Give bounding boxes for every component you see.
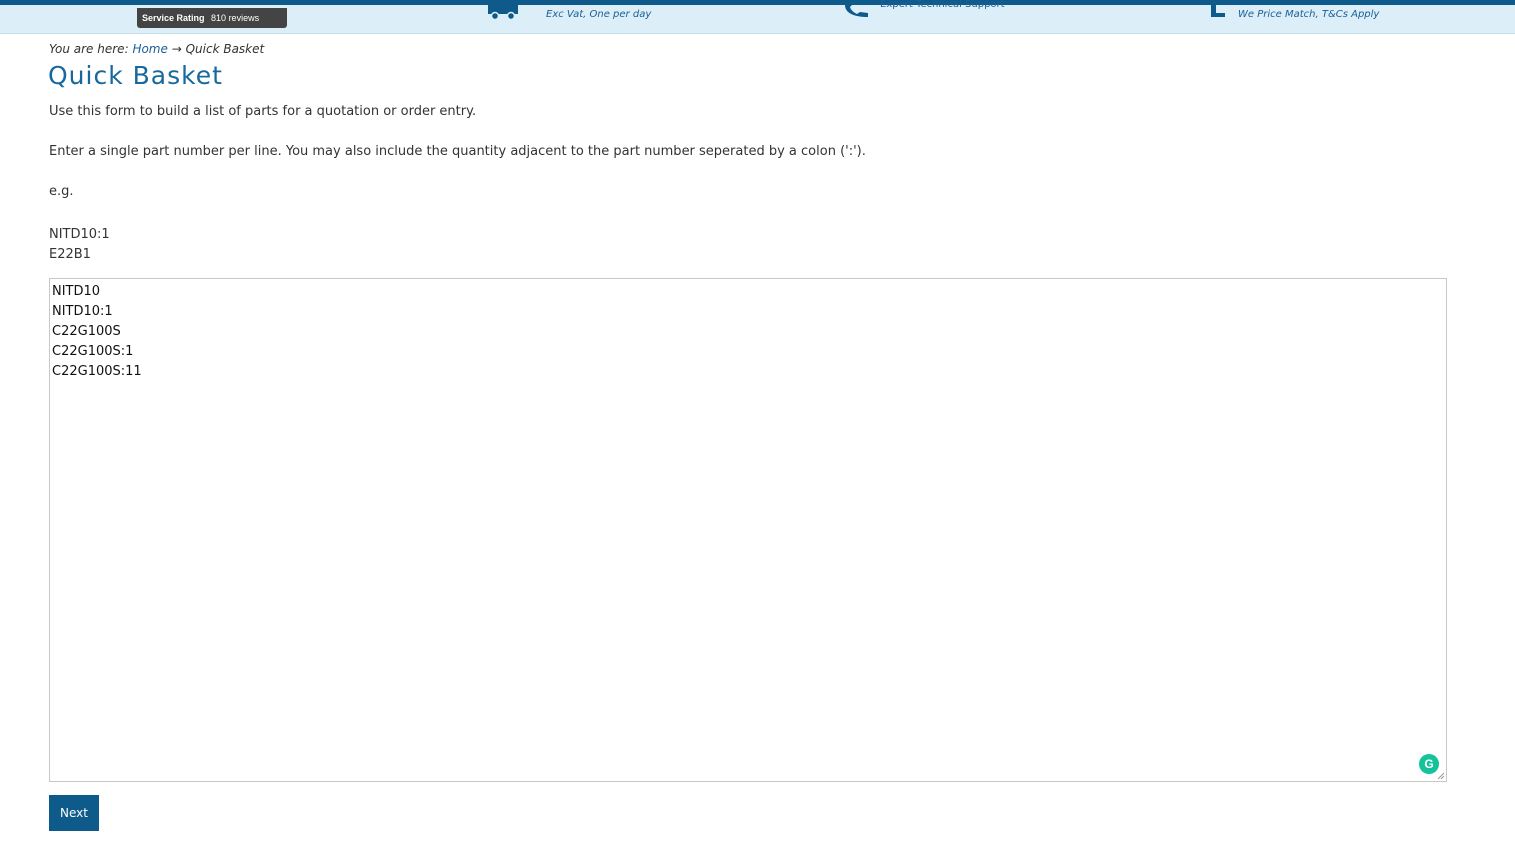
usp-strip: Service Rating 810 reviews Exc Vat, One … [0, 0, 1515, 34]
next-button[interactable]: Next [49, 795, 99, 831]
example-label: e.g. [49, 184, 74, 199]
usp-text-support: Expert Technical Support [880, 0, 1005, 10]
usp-text-price-match: We Price Match, T&Cs Apply [1238, 9, 1380, 20]
intro-text: Use this form to build a list of parts f… [49, 104, 477, 119]
resize-handle-icon[interactable] [1437, 772, 1445, 780]
textarea-line: C22G100S [52, 324, 121, 339]
breadcrumb: You are here: Home → Quick Basket [49, 42, 264, 56]
breadcrumb-separator: → [171, 42, 182, 56]
page-title: Quick Basket [48, 61, 223, 90]
service-rating-badge[interactable]: Service Rating 810 reviews [137, 8, 287, 28]
textarea-line: C22G100S:11 [52, 364, 142, 379]
grammarly-icon[interactable]: G [1419, 754, 1439, 774]
service-rating-count: 810 reviews [211, 13, 260, 23]
instructions-text: Enter a single part number per line. You… [49, 144, 866, 159]
textarea-line: NITD10:1 [52, 304, 113, 319]
example-line: NITD10:1 [49, 227, 110, 242]
truck-icon [488, 5, 518, 21]
breadcrumb-current: Quick Basket [185, 42, 265, 56]
example-line: E22B1 [49, 247, 91, 262]
phone-icon [845, 5, 868, 17]
textarea-line: C22G100S:1 [52, 344, 134, 359]
breadcrumb-home-link[interactable]: Home [132, 42, 167, 56]
service-rating-label: Service Rating [142, 13, 205, 23]
usp-text-delivery: Exc Vat, One per day [546, 9, 652, 20]
price-match-icon [1211, 5, 1225, 17]
breadcrumb-prefix: You are here: [49, 42, 129, 56]
textarea-line: NITD10 [52, 284, 101, 299]
textarea-content: NITD10 NITD10:1 C22G100S C22G100S:1 C22G… [52, 282, 142, 382]
part-numbers-textarea[interactable]: NITD10 NITD10:1 C22G100S C22G100S:1 C22G… [49, 278, 1447, 782]
example-list: NITD10:1 E22B1 [49, 225, 110, 265]
